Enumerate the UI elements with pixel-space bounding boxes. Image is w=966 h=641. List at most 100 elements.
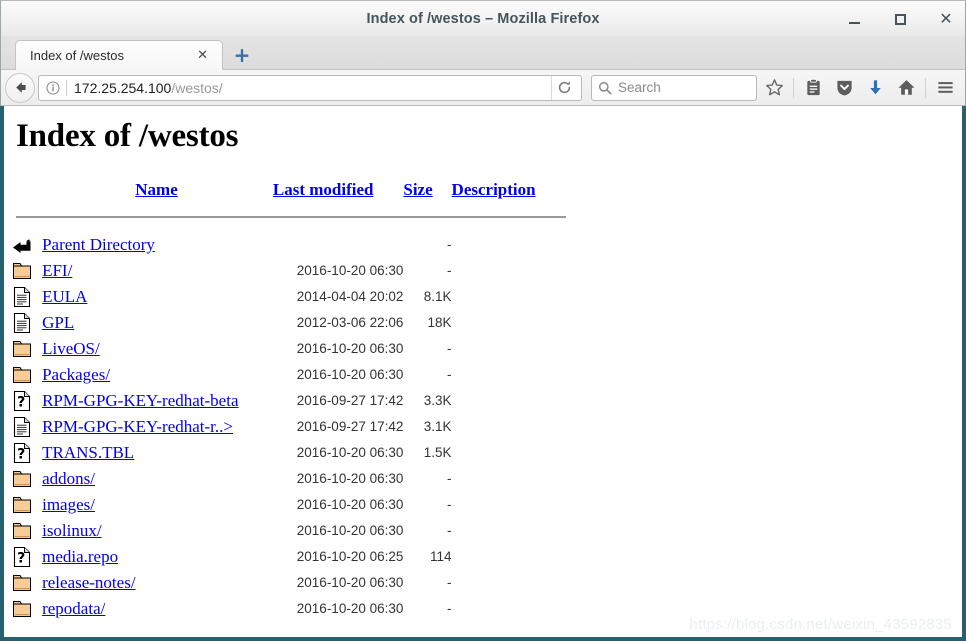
maximize-icon [894,13,906,25]
folder-icon [13,366,31,383]
row-last-modified: 2016-10-20 06:30 [296,497,404,513]
row-last-modified: 2016-10-20 06:25 [296,549,404,565]
url-host: 172.25.254.100 [74,79,172,96]
library-icon [806,78,820,96]
column-header-last-modified[interactable]: Last modified [271,180,403,206]
column-header-description[interactable]: Description [452,180,566,206]
file-link[interactable]: media.repo [42,547,118,566]
row-name-cell: TRANS.TBL [42,440,271,466]
row-name-cell: images/ [42,492,271,518]
page-title: Index of /westos [16,118,239,154]
file-link[interactable]: release-notes/ [42,573,135,592]
toolbar-divider-2 [925,77,926,98]
file-link[interactable]: LiveOS/ [42,339,100,358]
directory-listing-table: Name Last modified Size Description Pare… [12,180,566,637]
file-link[interactable]: RPM-GPG-KEY-redhat-r..> [42,417,233,436]
row-size: 1.5K [423,445,452,461]
listing-row: Packages/2016-10-20 06:30 - [12,362,566,388]
listing-row: repodata/2016-10-20 06:30 - [12,596,566,622]
new-tab-button[interactable]: + [227,40,257,70]
row-last-modified: 2016-09-27 17:42 [296,393,404,409]
row-description [452,388,566,414]
row-icon-cell [12,362,42,388]
file-link[interactable]: images/ [42,495,95,514]
file-link[interactable]: GPL [42,313,74,332]
row-size: 8.1K [423,289,452,305]
file-link[interactable]: Parent Directory [42,235,155,254]
row-last-modified: 2016-10-20 06:30 [296,445,404,461]
row-icon-cell [12,492,42,518]
folder-icon [13,496,31,513]
listing-bottom-rule-row [12,622,566,637]
url-bar[interactable]: 172.25.254.100/westos/ [38,74,582,101]
content-viewport: Index of /westos Name Last modified Size… [0,106,966,641]
search-input[interactable]: Search [618,80,661,95]
row-icon-cell: ? [12,388,42,414]
row-description [452,596,566,622]
file-link[interactable]: Packages/ [42,365,110,384]
row-description [452,284,566,310]
search-bar[interactable]: Search [591,74,757,101]
listing-row: LiveOS/2016-10-20 06:30 - [12,336,566,362]
file-link[interactable]: EULA [42,287,87,306]
file-link[interactable]: repodata/ [42,599,105,618]
file-link[interactable]: isolinux/ [42,521,102,540]
row-icon-cell [12,596,42,622]
download-icon [869,80,881,95]
file-link[interactable]: TRANS.TBL [42,443,134,462]
info-icon[interactable] [45,81,61,95]
row-name-cell: addons/ [42,466,271,492]
listing-row: Parent Directory - [12,232,566,258]
row-last-modified: 2016-10-20 06:30 [296,601,404,617]
tab-index-of-westos[interactable]: Index of /westos ✕ [15,40,223,70]
row-name-cell: isolinux/ [42,518,271,544]
row-last-modified: 2016-10-20 06:30 [296,523,404,539]
bookmark-button[interactable] [760,73,788,103]
file-link[interactable]: RPM-GPG-KEY-redhat-beta [42,391,238,410]
text-file-icon [13,312,31,333]
navigation-toolbar: 172.25.254.100/westos/ Search [0,70,966,106]
file-link[interactable]: EFI/ [42,261,72,280]
pocket-button[interactable] [830,73,858,103]
row-name-cell: EULA [42,284,271,310]
row-icon-cell: ? [12,544,42,570]
browser-window: Index of /westos – Mozilla Firefox ✕ Ind… [0,0,966,641]
column-header-name[interactable]: Name [42,180,271,206]
listing-bottom-rule-cell [12,622,566,637]
close-button[interactable]: ✕ [935,8,957,30]
row-size: 3.1K [423,419,452,435]
folder-icon [13,522,31,539]
back-button[interactable] [5,72,35,103]
folder-icon [13,262,31,279]
row-icon-cell [12,258,42,284]
maximize-button[interactable] [889,8,911,30]
back-arrow-icon [15,82,26,93]
row-icon-cell [12,336,42,362]
menu-button[interactable] [931,73,959,103]
unknown-file-icon: ? [13,546,31,567]
library-button[interactable] [799,73,827,103]
row-last-modified: 2016-10-20 06:30 [296,367,404,383]
titlebar: Index of /westos – Mozilla Firefox ✕ [0,0,966,36]
listing-row: ? TRANS.TBL 2016-10-20 06:30 1.5K [12,440,566,466]
row-last-modified: 2012-03-06 22:06 [296,315,404,331]
row-description [452,362,566,388]
listing-top-rule-cell [12,206,566,232]
listing-row: EFI/2016-10-20 06:30 - [12,258,566,284]
url-path: /westos/ [171,79,223,96]
row-description [452,440,566,466]
column-header-size[interactable]: Size [403,180,451,206]
row-name-cell: RPM-GPG-KEY-redhat-beta [42,388,271,414]
listing-row: GPL 2012-03-06 22:06 18K [12,310,566,336]
listing-row: EULA 2014-04-04 20:02 8.1K [12,284,566,310]
row-size: - [447,237,452,253]
row-description [452,492,566,518]
downloads-button[interactable] [861,73,889,103]
file-link[interactable]: addons/ [42,469,95,488]
reload-button[interactable] [551,75,577,100]
text-file-icon [13,416,31,437]
home-button[interactable] [892,73,920,103]
minimize-button[interactable] [843,8,865,30]
tab-close-icon[interactable]: ✕ [191,48,214,63]
row-size: - [447,575,452,591]
